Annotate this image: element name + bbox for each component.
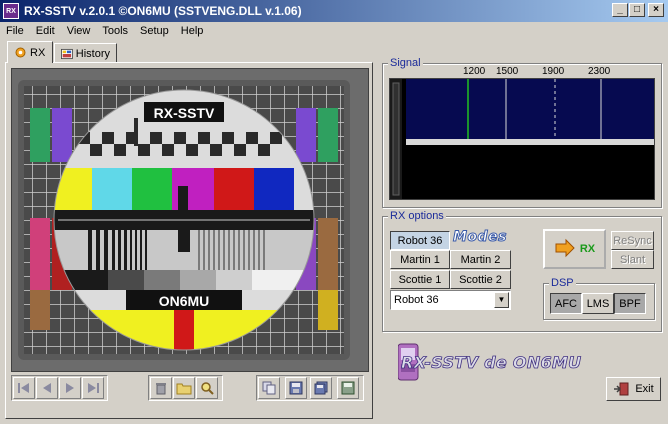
- first-icon: [18, 383, 29, 393]
- slant-button[interactable]: Slant: [611, 250, 654, 269]
- title-bar: RX RX-SSTV v.2.0.1 ©ON6MU (SSTVENG.DLL v…: [0, 0, 668, 22]
- window-title: RX-SSTV v.2.0.1 ©ON6MU (SSTVENG.DLL v.1.…: [24, 4, 302, 18]
- rx-button[interactable]: RX: [543, 229, 606, 269]
- open-folder-button[interactable]: [173, 377, 195, 399]
- menu-bar: File Edit View Tools Setup Help: [0, 22, 668, 40]
- menu-edit[interactable]: Edit: [30, 25, 61, 37]
- lms-toggle[interactable]: LMS: [582, 293, 614, 314]
- modes-logo: Modes: [453, 229, 507, 246]
- spectrum-display: [390, 79, 654, 199]
- folder-icon: [176, 383, 192, 395]
- dsp-group-label: DSP: [549, 277, 576, 289]
- menu-help[interactable]: Help: [175, 25, 210, 37]
- mode-scottie1-button[interactable]: Scottie 1: [390, 270, 450, 289]
- bpf-toggle[interactable]: BPF: [614, 293, 646, 314]
- last-image-button[interactable]: [82, 377, 104, 399]
- freq-label-2300: 2300: [588, 66, 611, 77]
- floppy-icon: [289, 381, 303, 395]
- rx-arrow-icon: [555, 238, 575, 258]
- minimize-button[interactable]: _: [612, 3, 628, 17]
- mode-select[interactable]: Robot 36 ▼: [390, 290, 511, 310]
- brand-text: RX-SSTV de ON6MU: [401, 353, 582, 373]
- received-image: RX-SSTV ON6MU: [18, 80, 350, 360]
- delete-button[interactable]: [150, 377, 172, 399]
- copy-icon: [262, 381, 276, 395]
- floppy-multi-icon: [314, 381, 328, 395]
- menu-view[interactable]: View: [61, 25, 97, 37]
- zoom-button[interactable]: [196, 377, 218, 399]
- rx-options-label: RX options: [388, 210, 446, 222]
- freq-label-1200: 1200: [463, 66, 486, 77]
- tab-history[interactable]: History: [54, 43, 117, 63]
- floppy-auto-icon: [341, 381, 355, 395]
- mode-martin1-button[interactable]: Martin 1: [390, 250, 450, 269]
- copy-button[interactable]: [258, 377, 280, 399]
- exit-button-label: Exit: [635, 383, 654, 395]
- gear-icon: [15, 47, 26, 58]
- menu-file[interactable]: File: [0, 25, 30, 37]
- magnifier-icon: [201, 382, 214, 395]
- tab-history-label: History: [75, 47, 110, 60]
- first-image-button[interactable]: [13, 377, 35, 399]
- afc-toggle[interactable]: AFC: [550, 293, 582, 314]
- tab-rx[interactable]: RX: [7, 41, 53, 63]
- mode-scottie2-button[interactable]: Scottie 2: [450, 270, 511, 289]
- save-button[interactable]: [285, 377, 307, 399]
- tab-rx-label: RX: [30, 46, 46, 59]
- menu-setup[interactable]: Setup: [134, 25, 175, 37]
- freq-label-1500: 1500: [496, 66, 519, 77]
- freq-label-1900: 1900: [542, 66, 565, 77]
- test-card-bottom-label: ON6MU: [159, 293, 210, 309]
- previous-image-button[interactable]: [36, 377, 58, 399]
- rx-button-label: RX: [579, 243, 596, 255]
- close-button[interactable]: ×: [648, 3, 664, 17]
- trash-icon: [156, 383, 166, 395]
- exit-door-icon: [614, 382, 629, 396]
- chevron-down-icon[interactable]: ▼: [494, 292, 509, 308]
- save-as-button[interactable]: [310, 377, 332, 399]
- test-card-top-label: RX-SSTV: [154, 105, 215, 121]
- mode-select-value: Robot 36: [394, 294, 439, 306]
- app-icon[interactable]: RX: [3, 3, 19, 19]
- previous-icon: [43, 383, 51, 393]
- menu-tools[interactable]: Tools: [96, 25, 134, 37]
- auto-save-button[interactable]: [337, 377, 359, 399]
- history-icon: [61, 48, 73, 59]
- last-icon: [88, 383, 99, 393]
- mode-martin2-button[interactable]: Martin 2: [450, 250, 511, 269]
- resync-button[interactable]: ReSync: [611, 231, 654, 250]
- exit-button[interactable]: Exit: [606, 377, 661, 401]
- signal-group-label: Signal: [388, 57, 423, 69]
- mode-robot36-button[interactable]: Robot 36: [390, 231, 450, 250]
- next-icon: [66, 383, 74, 393]
- maximize-button[interactable]: □: [629, 3, 645, 17]
- next-image-button[interactable]: [59, 377, 81, 399]
- signal-display: [389, 78, 655, 200]
